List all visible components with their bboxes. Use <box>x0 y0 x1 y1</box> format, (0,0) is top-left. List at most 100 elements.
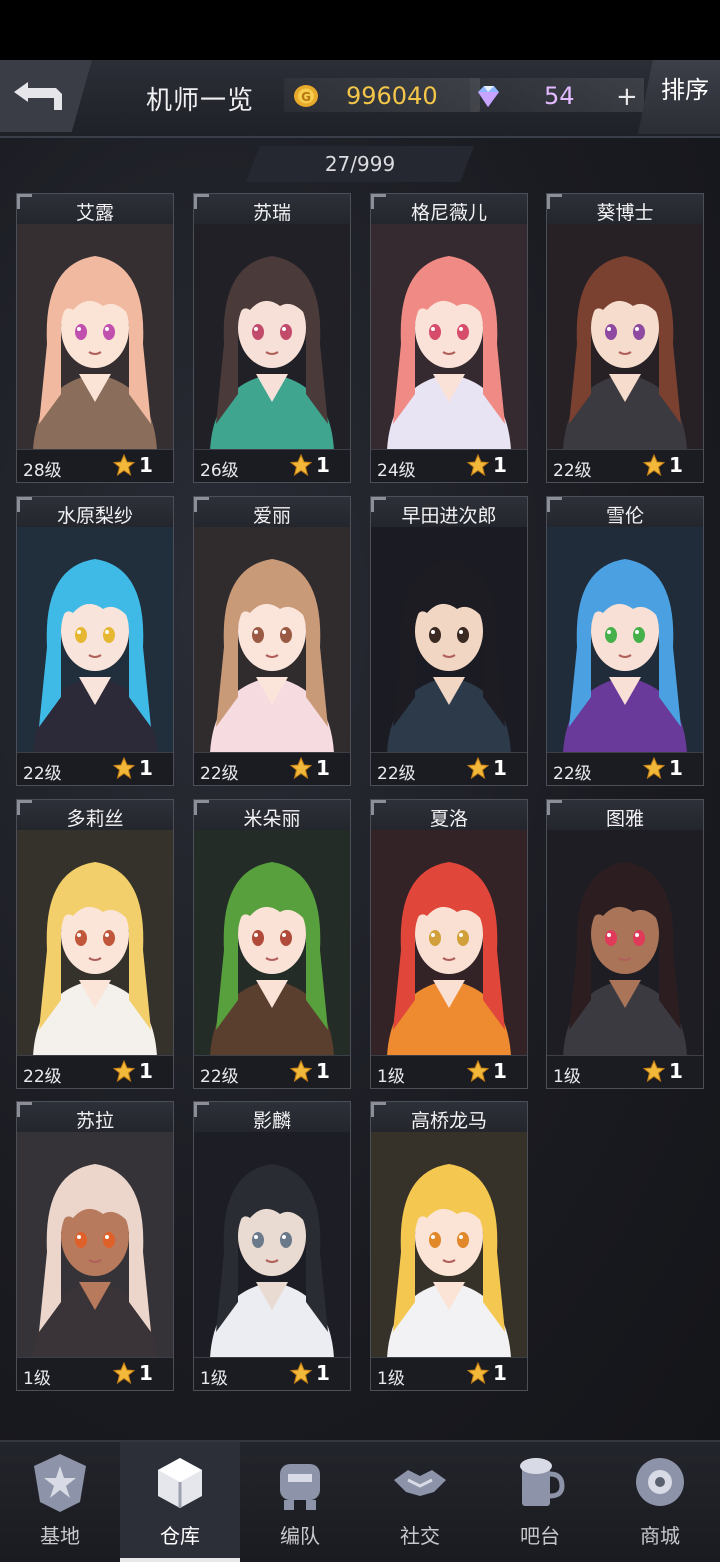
pilot-portrait <box>371 527 527 753</box>
pilot-portrait-art <box>371 224 527 450</box>
pilot-portrait-art <box>371 1132 527 1358</box>
pilot-portrait <box>547 527 703 753</box>
star-icon <box>643 454 665 476</box>
pilot-card[interactable]: 艾露 28级 1 <box>16 193 174 483</box>
pilot-name: 多莉丝 <box>66 808 124 830</box>
nav-tab[interactable]: 编队 <box>240 1442 360 1562</box>
star-icon <box>467 454 489 476</box>
pilot-name-bar: 高桥龙马 <box>371 1102 527 1133</box>
pilot-portrait <box>194 1132 350 1358</box>
nav-tab[interactable]: 商城 <box>600 1442 720 1562</box>
base-emblem-icon <box>34 1454 86 1512</box>
pilot-card[interactable]: 爱丽 22级 1 <box>193 496 351 786</box>
pilot-name-bar: 米朵丽 <box>194 800 350 831</box>
star-icon <box>467 757 489 779</box>
pilot-portrait-art <box>194 527 350 753</box>
nav-tab[interactable]: 吧台 <box>480 1442 600 1562</box>
star-icon <box>290 1362 312 1384</box>
pilot-portrait <box>194 527 350 753</box>
pilot-level: 24级 <box>377 461 416 481</box>
pilot-card-footer: 22级 1 <box>194 1055 350 1088</box>
pilot-card[interactable]: 葵博士 22级 1 <box>546 193 704 483</box>
pilot-portrait <box>17 224 173 450</box>
pilot-portrait <box>17 830 173 1056</box>
pilot-star-count: 1 <box>316 1361 330 1385</box>
pilot-name-bar: 图雅 <box>547 800 703 831</box>
nav-tab[interactable]: 仓库 <box>120 1442 240 1562</box>
pilot-level: 22级 <box>200 1067 239 1087</box>
pilot-card[interactable]: 雪伦 22级 1 <box>546 496 704 786</box>
pilot-card-footer: 22级 1 <box>194 752 350 785</box>
pilot-card[interactable]: 图雅 1级 1 <box>546 799 704 1089</box>
nav-tab[interactable]: 社交 <box>360 1442 480 1562</box>
pilot-star-count: 1 <box>139 756 153 780</box>
pilot-portrait-art <box>371 527 527 753</box>
gold-coin-icon: G <box>294 85 318 107</box>
pilot-star-count: 1 <box>139 1361 153 1385</box>
pilot-name: 夏洛 <box>429 808 468 830</box>
pilot-name-bar: 雪伦 <box>547 497 703 528</box>
pilot-card[interactable]: 格尼薇儿 24级 1 <box>370 193 528 483</box>
pilot-portrait-art <box>194 224 350 450</box>
pilot-level: 1级 <box>553 1067 581 1087</box>
pilot-card-footer: 1级 1 <box>371 1357 527 1390</box>
pilot-name-bar: 多莉丝 <box>17 800 173 831</box>
star-icon <box>113 454 135 476</box>
nav-tab-label: 社交 <box>400 1524 440 1548</box>
star-icon <box>290 1060 312 1082</box>
pilot-card-footer: 1级 1 <box>371 1055 527 1088</box>
pilot-star-count: 1 <box>316 756 330 780</box>
pilot-star-count: 1 <box>493 756 507 780</box>
pilot-card-footer: 28级 1 <box>17 449 173 482</box>
pilot-card-footer: 1级 1 <box>17 1357 173 1390</box>
pilot-card-footer: 24级 1 <box>371 449 527 482</box>
pilot-level: 22级 <box>553 764 592 784</box>
pilot-star-count: 1 <box>493 1059 507 1083</box>
pilot-name-bar: 葵博士 <box>547 194 703 225</box>
pilot-portrait <box>194 224 350 450</box>
coin-amount: 996040 <box>346 82 438 110</box>
pilot-card[interactable]: 早田进次郎 22级 1 <box>370 496 528 786</box>
pilot-card[interactable]: 米朵丽 22级 1 <box>193 799 351 1089</box>
star-icon <box>113 1060 135 1082</box>
pilot-name: 早田进次郎 <box>401 505 497 527</box>
bottom-navigation: 基地 仓库 编队 社交 吧台 商城 <box>0 1440 720 1562</box>
gem-amount: 54 <box>544 82 575 110</box>
pilot-card[interactable]: 苏瑞 26级 1 <box>193 193 351 483</box>
pilot-star-count: 1 <box>139 453 153 477</box>
shop-orb-icon <box>636 1458 684 1506</box>
pilot-portrait-art <box>547 527 703 753</box>
star-icon <box>113 757 135 779</box>
pilot-card[interactable]: 影麟 1级 1 <box>193 1101 351 1391</box>
pilot-name-bar: 苏拉 <box>17 1102 173 1133</box>
pilot-level: 1级 <box>200 1369 228 1389</box>
pilot-name: 水原梨纱 <box>56 505 133 527</box>
pilot-portrait-art <box>17 830 173 1056</box>
pilot-portrait-art <box>547 224 703 450</box>
pilot-card-footer: 22级 1 <box>547 449 703 482</box>
beer-mug-icon <box>520 1458 565 1506</box>
pilot-portrait-art <box>17 224 173 450</box>
pilot-card[interactable]: 多莉丝 22级 1 <box>16 799 174 1089</box>
pilot-name: 葵博士 <box>596 202 654 224</box>
nav-tab[interactable]: 基地 <box>0 1442 120 1562</box>
pilot-card[interactable]: 苏拉 1级 1 <box>16 1101 174 1391</box>
nav-tab-label: 编队 <box>280 1524 320 1548</box>
pilot-portrait <box>371 1132 527 1358</box>
pilot-name: 雪伦 <box>605 505 644 527</box>
pilot-portrait-art <box>194 1132 350 1358</box>
pilot-card[interactable]: 高桥龙马 1级 1 <box>370 1101 528 1391</box>
pilot-card-footer: 26级 1 <box>194 449 350 482</box>
pilot-star-count: 1 <box>316 453 330 477</box>
add-gems-button[interactable]: + <box>616 84 638 110</box>
pilot-star-count: 1 <box>669 453 683 477</box>
pilot-portrait <box>371 224 527 450</box>
pilot-card[interactable]: 水原梨纱 22级 1 <box>16 496 174 786</box>
pilot-name: 高桥龙马 <box>410 1110 487 1132</box>
pilot-card-footer: 1级 1 <box>547 1055 703 1088</box>
star-icon <box>643 1060 665 1082</box>
pilot-card[interactable]: 夏洛 1级 1 <box>370 799 528 1089</box>
pilot-portrait <box>371 830 527 1056</box>
pilot-level: 22级 <box>377 764 416 784</box>
pilot-card-footer: 22级 1 <box>547 752 703 785</box>
